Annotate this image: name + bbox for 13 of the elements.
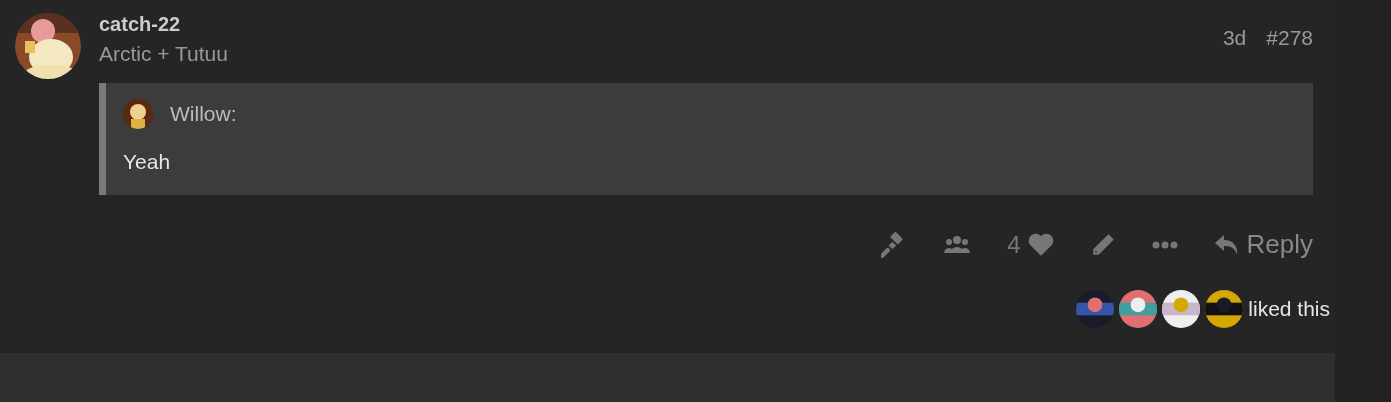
quote-text: Yeah xyxy=(123,150,172,174)
liked-text: liked this xyxy=(1248,297,1330,321)
ellipsis-icon xyxy=(1151,240,1178,249)
heart-icon xyxy=(1027,232,1054,257)
post-number[interactable]: #278 xyxy=(1266,26,1313,66)
post-age[interactable]: 3d xyxy=(1222,26,1247,66)
username[interactable]: catch-22 xyxy=(99,13,228,36)
quote-username[interactable]: Willow: xyxy=(170,102,237,126)
reply-icon xyxy=(1213,233,1240,256)
reply-button[interactable]: Reply xyxy=(1205,225,1313,264)
users-icon xyxy=(943,234,972,255)
like-button[interactable]: 4 xyxy=(999,226,1062,263)
user-title: Arctic + Tutuu xyxy=(99,42,228,66)
